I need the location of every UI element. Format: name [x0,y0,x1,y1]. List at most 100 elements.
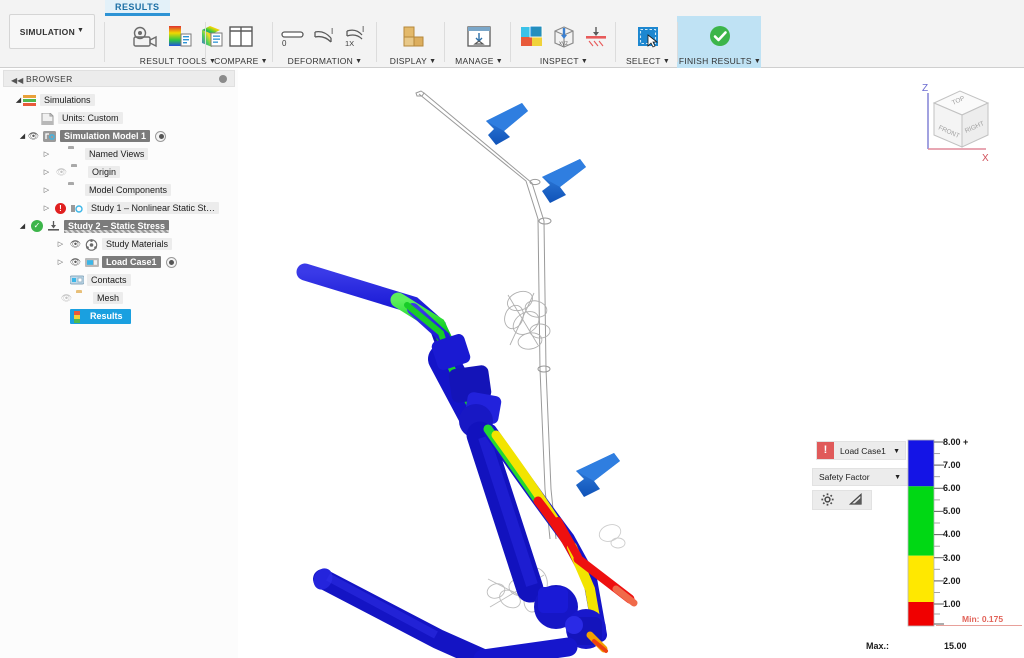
axis-z-label: Z [922,83,928,94]
activate-radio[interactable] [166,257,177,268]
scale-tick-label: 1.00 [943,599,961,609]
tree-label: Study 2 – Static Stress [64,220,169,232]
expand-arrow-icon[interactable]: ▷ [56,258,65,266]
browser-header: ◀◀ BROWSER [3,70,235,87]
active-study-hatch [64,230,169,233]
nonlinear-static-stress-icon [70,203,83,214]
tree-item-units[interactable]: Units: Custom [0,109,238,127]
adjust-deformation-icon[interactable]: I [312,24,338,50]
contacts-icon [70,275,83,286]
expand-arrow-icon[interactable]: ▷ [42,204,51,212]
mesh-folder-icon [76,293,89,304]
panel-inspect-label: INSPECT [540,56,579,66]
panel-manage-label: MANAGE [455,56,494,66]
chevron-down-icon: ▼ [261,58,268,65]
expand-arrow-icon[interactable]: ◢ [18,132,27,140]
ribbon-divider [677,22,678,62]
materials-icon [85,239,98,250]
finish-results-check-icon[interactable] [705,24,735,50]
load-arrow-2 [542,159,586,203]
panel-result-tools-label: RESULT TOOLS [140,56,207,66]
tree-item-origin[interactable]: ▷ 👁 Origin [0,163,238,181]
visibility-eye-icon[interactable]: 👁 [69,240,82,249]
simulations-stack-icon [23,95,36,106]
expand-arrow-icon[interactable]: ▷ [42,186,51,194]
tree-item-results[interactable]: Results [0,307,238,325]
panel-compare-label: COMPARE [214,56,258,66]
expand-arrow-icon[interactable]: ▷ [42,168,51,176]
panel-finish-results[interactable]: FINISH RESULTS▼ [679,16,761,68]
tree-item-simulations[interactable]: ◢ Simulations [0,91,238,109]
compare-icon[interactable] [226,24,256,50]
tree-item-simulation-model-1[interactable]: ◢ 👁 Simulation Model 1 [0,127,238,145]
error-badge-icon: ! [55,203,66,214]
tab-results[interactable]: RESULTS [105,0,170,16]
inspect-xyz-probe-icon[interactable]: xyz [551,24,577,50]
load-case-label: Load Case1 [840,446,886,456]
panel-select-label: SELECT [626,56,661,66]
svg-text:I: I [362,25,364,34]
manage-studies-icon[interactable] [464,24,494,50]
ribbon-divider [510,22,511,62]
tree-item-study-2[interactable]: ◢ ✓ Study 2 – Static Stress [0,217,238,235]
tree-item-study-materials[interactable]: ▷ 👁 Study Materials [0,235,238,253]
ribbon-divider [444,22,445,62]
display-components-icon[interactable] [398,24,428,50]
workspace-selector[interactable]: SIMULATION ▼ [9,14,95,49]
scale-tick-label: 7.00 [943,460,961,470]
browser-title: BROWSER [26,74,73,84]
tree-label-container: Results [70,309,131,324]
band-green [908,486,934,555]
tree-item-contacts[interactable]: Contacts [0,271,238,289]
tree-item-load-case1[interactable]: ▷ 👁 Load Case1 [0,253,238,271]
expand-arrow-icon[interactable]: ▷ [42,150,51,158]
undeformed-shape-icon[interactable]: 0 [280,24,306,50]
max-value: 15.00 [944,641,967,651]
expand-arrow-icon[interactable]: ◢ [14,96,23,104]
tree-label: Load Case1 [102,256,161,268]
browser-options-icon[interactable] [219,75,227,83]
tab-results-label: RESULTS [115,2,160,12]
view-cube[interactable]: Z X TOP FRONT RIGHT [916,77,1002,167]
deformation-scale-1x-icon[interactable]: I 1X [344,24,370,50]
ribbon-divider [104,22,105,62]
panel-inspect: xyz INSPECT▼ [514,16,614,68]
panel-select: SELECT▼ [620,16,676,68]
max-caption: Max.: [866,641,889,651]
tree-label: Contacts [87,274,131,286]
result-legend-icon[interactable] [167,24,193,50]
expand-arrow-icon[interactable]: ▷ [56,240,65,248]
activate-radio[interactable] [155,131,166,142]
tree-label: Named Views [85,148,148,160]
min-value-label: Min: 0.175 [962,614,1003,624]
visibility-eye-icon[interactable]: 👁 [69,258,82,267]
animate-results-icon[interactable] [131,24,161,50]
inspect-section-icon[interactable] [583,24,609,50]
collapse-panel-icon[interactable]: ◀◀ [11,76,23,85]
results-legend-icon [73,311,86,322]
tree-item-named-views[interactable]: ▷ Named Views [0,145,238,163]
panel-deformation: 0 I I [276,16,374,68]
chevron-down-icon: ▼ [663,58,670,65]
visibility-eye-icon[interactable]: 👁 [55,168,68,177]
expand-arrow-icon[interactable]: ◢ [18,222,27,230]
gear-icon[interactable] [821,493,834,508]
tree-label: Results [90,311,123,321]
select-icon[interactable] [633,24,663,50]
chevron-down-icon: ▼ [581,58,588,65]
browser-panel: ◀◀ BROWSER ◢ Simulations [0,69,238,658]
tree-item-mesh[interactable]: 👁 Mesh [0,289,238,307]
panel-display-label: DISPLAY [390,56,427,66]
visibility-eye-icon[interactable]: 👁 [27,132,40,141]
tree-item-study-1[interactable]: ▷ ! Study 1 – Nonlinear Static St… [0,199,238,217]
visibility-eye-icon[interactable]: 👁 [60,294,73,303]
legend-options-icon[interactable] [849,493,863,508]
tree-label: Simulation Model 1 [60,130,150,142]
tree-item-model-components[interactable]: ▷ Model Components [0,181,238,199]
panel-display: DISPLAY▼ [382,16,444,68]
band-blue [908,440,934,486]
folder-icon [71,167,84,178]
inspect-result-icon[interactable] [519,24,545,50]
browser-tree: ◢ Simulations [0,91,238,325]
success-badge-icon: ✓ [31,220,43,232]
